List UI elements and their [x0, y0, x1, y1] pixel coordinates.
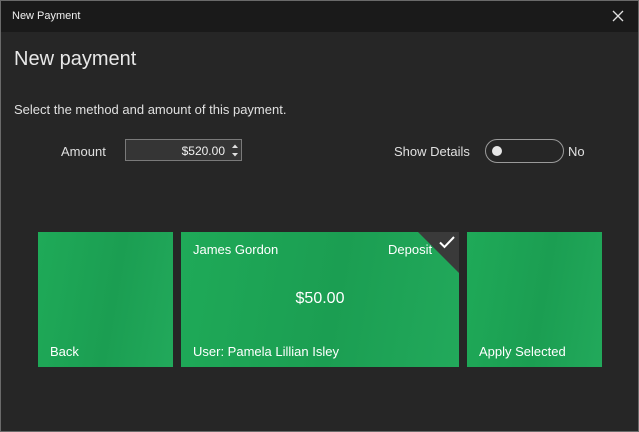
- spin-up-icon[interactable]: [231, 142, 239, 150]
- payment-tile[interactable]: James Gordon Deposit $50.00 User: Pamela…: [181, 232, 459, 367]
- checkmark-icon: [439, 236, 455, 249]
- show-details-toggle[interactable]: [485, 139, 564, 163]
- toggle-knob: [492, 146, 502, 156]
- window-title: New Payment: [12, 10, 81, 22]
- amount-input[interactable]: $520.00: [125, 139, 242, 161]
- instruction-text: Select the method and amount of this pay…: [14, 102, 287, 117]
- close-button[interactable]: [606, 4, 630, 28]
- payment-amount: $50.00: [295, 290, 345, 307]
- apply-selected-tile[interactable]: Apply Selected: [467, 232, 602, 367]
- close-icon: [612, 10, 624, 22]
- apply-selected-label: Apply Selected: [479, 344, 566, 359]
- new-payment-window: New Payment New payment Select the metho…: [0, 0, 639, 432]
- back-tile[interactable]: Back: [38, 232, 173, 367]
- spin-down-icon[interactable]: [231, 151, 239, 159]
- payer-name: James Gordon: [193, 242, 279, 257]
- back-label: Back: [50, 344, 79, 359]
- show-details-label: Show Details: [394, 144, 470, 159]
- amount-label: Amount: [61, 144, 106, 159]
- payment-user: User: Pamela Lillian Isley: [193, 344, 339, 359]
- amount-value: $520.00: [181, 144, 225, 158]
- page-heading: New payment: [14, 48, 137, 70]
- toggle-state-text: No: [568, 144, 585, 159]
- title-bar: New Payment: [1, 1, 638, 32]
- amount-spinner: [229, 140, 241, 160]
